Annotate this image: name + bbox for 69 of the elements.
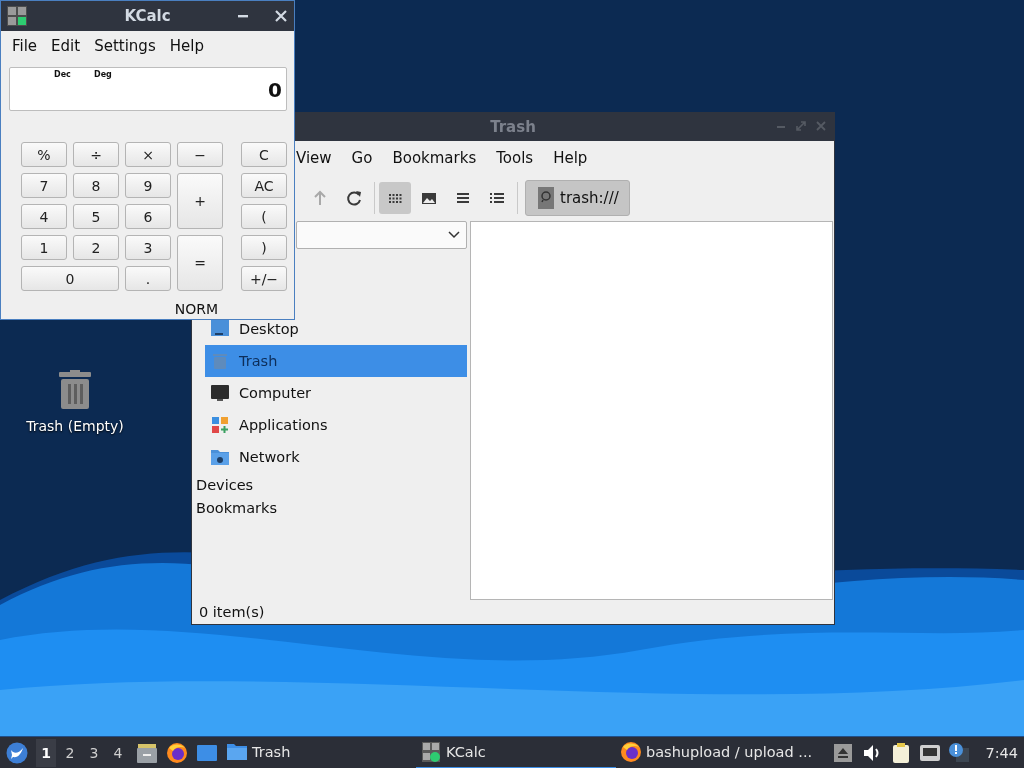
close-icon[interactable] bbox=[274, 9, 288, 23]
sidebar-item[interactable]: Computer bbox=[205, 377, 467, 409]
eject-icon[interactable] bbox=[832, 741, 855, 764]
sidebar-item[interactable]: Applications bbox=[205, 409, 467, 441]
sidebar-section-heading[interactable]: Devices bbox=[196, 476, 254, 493]
calculator-key[interactable]: ÷ bbox=[73, 142, 119, 167]
calculator-key[interactable]: 6 bbox=[125, 204, 171, 229]
calculator-key[interactable]: ) bbox=[241, 235, 287, 260]
menu-item[interactable]: View bbox=[296, 148, 332, 167]
calculator-key[interactable]: AC bbox=[241, 173, 287, 198]
calculator-key[interactable]: 2 bbox=[73, 235, 119, 260]
desktop-icon-label[interactable]: Trash (Empty) bbox=[26, 418, 124, 434]
calculator-key[interactable]: C bbox=[241, 142, 287, 167]
calculator-key[interactable]: 9 bbox=[125, 173, 171, 198]
menu-item[interactable]: Bookmarks bbox=[392, 148, 477, 167]
workspace-button[interactable]: 4 bbox=[108, 738, 128, 767]
taskbar-task[interactable]: bashupload / upload ... bbox=[616, 736, 822, 768]
menu-item[interactable]: Edit bbox=[51, 37, 81, 55]
taskbar-task[interactable]: Trash bbox=[222, 736, 416, 768]
location-button[interactable]: trash:/// bbox=[525, 179, 630, 216]
menu-item[interactable]: Tools bbox=[496, 148, 534, 167]
calculator-key[interactable]: − bbox=[177, 142, 223, 167]
calculator-key[interactable]: 0 bbox=[21, 266, 119, 291]
workspace-button[interactable]: 1 bbox=[36, 738, 56, 767]
display-value: 0 bbox=[268, 78, 282, 102]
chevron-down-icon bbox=[448, 231, 460, 239]
menu-item[interactable]: Settings bbox=[94, 37, 156, 55]
taskbar-task[interactable]: KCalc bbox=[416, 736, 616, 768]
calculator-key[interactable]: = bbox=[177, 235, 223, 291]
notification-icon[interactable] bbox=[948, 741, 971, 764]
network-folder-icon bbox=[210, 447, 230, 467]
angle-indicator: Deg bbox=[94, 70, 112, 79]
reload-icon bbox=[345, 188, 363, 207]
calculator-key[interactable]: % bbox=[21, 142, 67, 167]
calculator-key[interactable]: 1 bbox=[21, 235, 67, 260]
menu-item[interactable]: File bbox=[12, 37, 38, 55]
calculator-key[interactable]: 5 bbox=[73, 204, 119, 229]
calculator-key[interactable]: ( bbox=[241, 204, 287, 229]
window-title: KCalc bbox=[124, 7, 171, 25]
status-text: 0 item(s) bbox=[199, 604, 265, 620]
calculator-key[interactable]: . bbox=[125, 266, 171, 291]
firefox-icon bbox=[620, 740, 642, 763]
sidebar-item[interactable]: Network bbox=[205, 441, 467, 473]
window-title: Trash bbox=[490, 118, 536, 136]
workspace-button[interactable]: 2 bbox=[60, 738, 80, 767]
firefox-icon bbox=[166, 741, 188, 764]
applications-icon bbox=[210, 415, 230, 435]
calculator-key[interactable]: +/− bbox=[241, 266, 287, 291]
bird-logo-icon bbox=[6, 741, 28, 764]
file-cabinet-icon bbox=[136, 741, 158, 764]
menu-item[interactable]: Help bbox=[553, 148, 588, 167]
calculator-icon bbox=[7, 6, 27, 26]
calculator-key[interactable]: + bbox=[177, 173, 223, 229]
toolbar-button[interactable] bbox=[379, 181, 411, 214]
menu-item[interactable]: Go bbox=[351, 148, 373, 167]
computer-icon bbox=[210, 383, 230, 403]
sidebar-item[interactable]: Trash bbox=[205, 345, 467, 377]
menu-item[interactable]: Help bbox=[169, 37, 204, 55]
base-indicator: Dec bbox=[54, 70, 71, 79]
calculator-key[interactable]: 7 bbox=[21, 173, 67, 198]
clock[interactable]: 7:44 bbox=[985, 744, 1018, 761]
workspace-button[interactable]: 3 bbox=[84, 738, 104, 767]
sidebar-section-heading[interactable]: Bookmarks bbox=[196, 499, 277, 516]
calculator-icon bbox=[420, 740, 442, 763]
calculator-key[interactable]: 3 bbox=[125, 235, 171, 260]
calculator-key[interactable]: × bbox=[125, 142, 171, 167]
calculator-key[interactable]: 8 bbox=[73, 173, 119, 198]
calculator-key[interactable]: 4 bbox=[21, 204, 67, 229]
monitor-icon bbox=[210, 319, 230, 339]
